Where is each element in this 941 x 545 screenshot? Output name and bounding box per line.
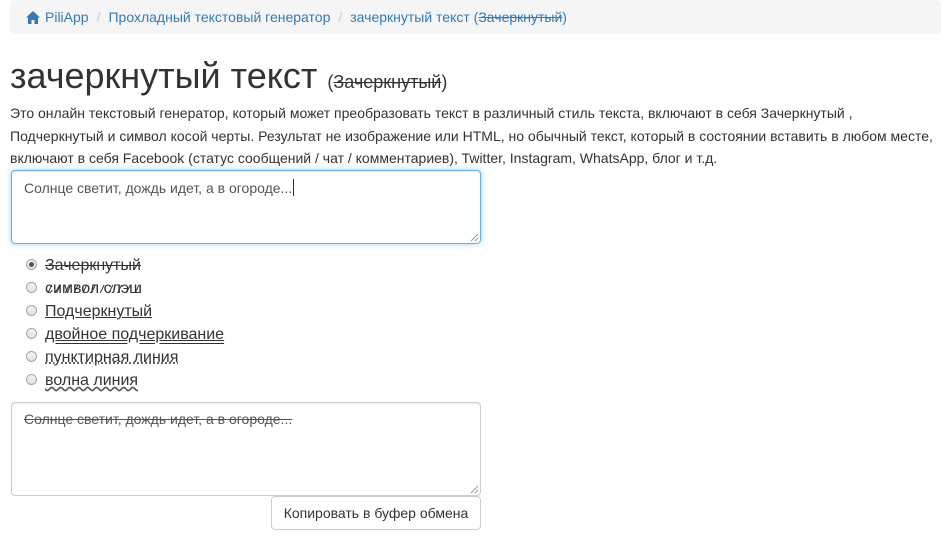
style-options: Зачеркнутый символ слэш Подчеркнутый дво… [26, 254, 224, 392]
breadcrumb-separator: / [96, 9, 101, 25]
option-label[interactable]: Подчеркнутый [45, 300, 152, 323]
radio-double-underline[interactable] [26, 328, 37, 339]
breadcrumb-current-link[interactable]: зачеркнутый текст (Зачеркнутый) [350, 9, 567, 25]
text-caret [293, 179, 295, 196]
radio-strikethrough[interactable] [26, 259, 37, 270]
page-subtitle-strike: Зачеркнутый [333, 72, 442, 92]
source-text-input[interactable]: Солнце светит, дождь идет, а в огороде..… [11, 170, 481, 244]
radio-slash[interactable] [26, 282, 37, 293]
page-title: зачеркнутый текст (Зачеркнутый) [10, 54, 447, 104]
option-label[interactable]: волна линия [45, 369, 138, 392]
breadcrumb-home-link[interactable]: PiliApp [26, 9, 89, 25]
option-dotted[interactable]: пунктирная линия [26, 346, 224, 369]
page-subtitle-close: ) [441, 72, 448, 92]
option-wave[interactable]: волна линия [26, 369, 224, 392]
copy-to-clipboard-button[interactable]: Копировать в буфер обмена [271, 496, 481, 530]
resize-grip-icon[interactable] [470, 485, 479, 494]
breadcrumb-current-text: зачеркнутый текст ( [350, 9, 479, 25]
option-slash[interactable]: символ слэш [26, 277, 224, 300]
option-label[interactable]: Зачеркнутый [45, 254, 141, 277]
option-strikethrough[interactable]: Зачеркнутый [26, 254, 224, 277]
breadcrumb-separator: / [338, 9, 343, 25]
breadcrumb: PiliApp / Прохладный текстовый генератор… [10, 0, 941, 34]
option-label[interactable]: двойное подчеркивание [45, 323, 224, 346]
option-double-underline[interactable]: двойное подчеркивание [26, 323, 224, 346]
breadcrumb-generator-link[interactable]: Прохладный текстовый генератор [108, 9, 330, 25]
result-text-output[interactable]: Солнце светит, дождь идет, а в огороде..… [11, 402, 481, 496]
breadcrumb-home-label: PiliApp [45, 9, 89, 25]
source-text-value: Солнце светит, дождь идет, а в огороде..… [24, 180, 293, 196]
page-description: Это онлайн текстовый генератор, который … [10, 105, 933, 166]
option-label[interactable]: символ слэш [45, 277, 142, 300]
page-title-text: зачеркнутый текст [10, 55, 318, 96]
page-subtitle: (Зачеркнутый) [327, 72, 447, 92]
breadcrumb-current-close: ) [562, 9, 567, 25]
resize-grip-icon[interactable] [470, 233, 479, 242]
radio-wave[interactable] [26, 374, 37, 385]
breadcrumb-current-strike: Зачеркнутый [478, 9, 563, 25]
radio-dotted[interactable] [26, 351, 37, 362]
radio-underline[interactable] [26, 305, 37, 316]
home-icon [26, 10, 40, 24]
slash-pattern-icon [47, 284, 140, 294]
option-underline[interactable]: Подчеркнутый [26, 300, 224, 323]
option-label[interactable]: пунктирная линия [45, 346, 178, 369]
